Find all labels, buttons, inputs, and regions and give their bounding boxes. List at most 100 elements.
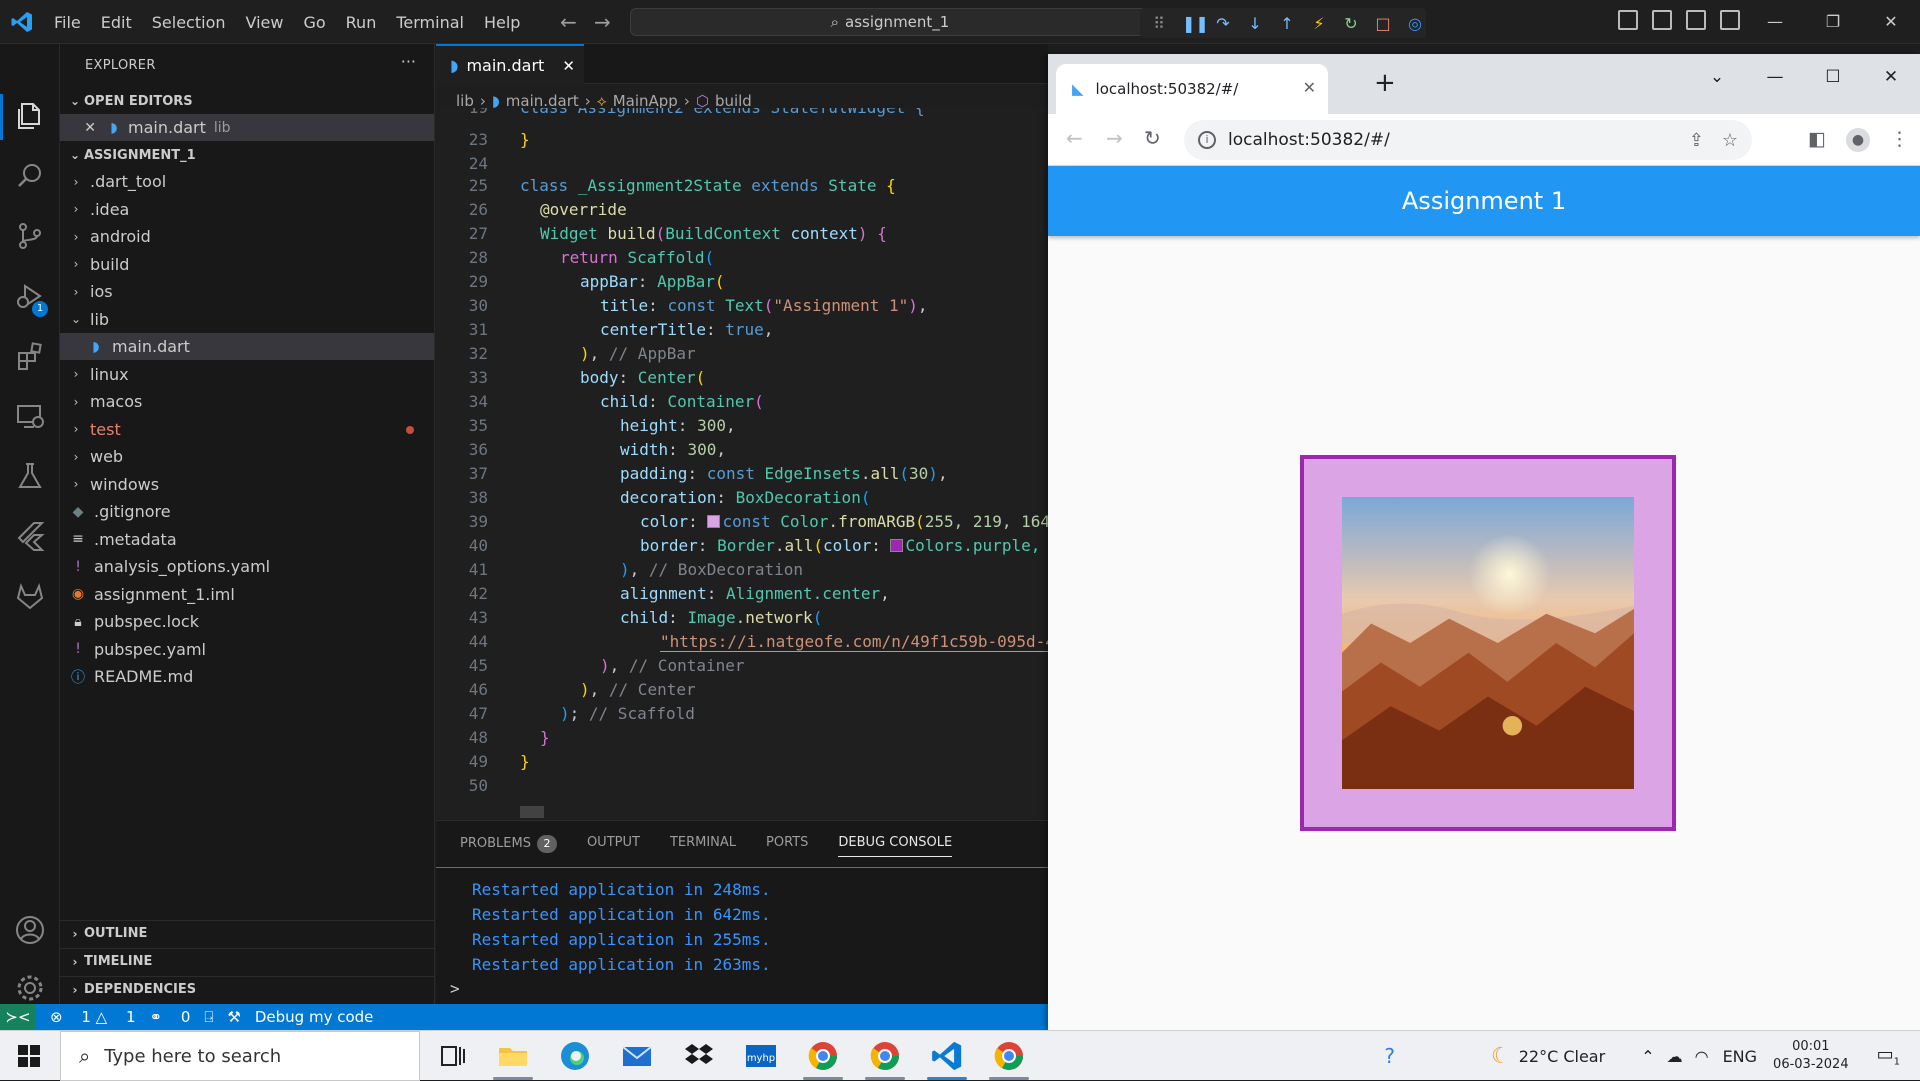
hot-reload-icon[interactable]: ⚡ (1310, 14, 1328, 33)
tab-terminal[interactable]: TERMINAL (670, 835, 736, 857)
profile-avatar-icon[interactable]: ● (1846, 128, 1870, 152)
weather-text[interactable]: 22°C Clear (1519, 1047, 1605, 1066)
menu-run[interactable]: Run (336, 13, 387, 32)
onedrive-cloud-icon[interactable]: ☁ (1667, 1047, 1683, 1066)
maximize-icon[interactable]: ☐ (1804, 54, 1862, 100)
flutter-icon[interactable] (14, 520, 46, 552)
debug-status-icon[interactable]: ⍈ (204, 1008, 213, 1026)
chrome-profile-icon[interactable] (806, 1039, 840, 1073)
windows-start-icon[interactable] (18, 1045, 40, 1067)
toggle-panel-icon[interactable] (1652, 10, 1672, 30)
forward-arrow-icon[interactable]: → (1106, 126, 1123, 150)
side-panel-icon[interactable]: ◧ (1808, 128, 1826, 150)
tab-output[interactable]: OUTPUT (587, 835, 640, 857)
gitlab-icon[interactable] (14, 580, 46, 612)
edge-browser-icon[interactable] (558, 1039, 592, 1073)
tree-item[interactable]: › test (60, 416, 434, 443)
outline-header[interactable]: › OUTLINE (60, 920, 435, 946)
address-bar[interactable]: i localhost:50382/#/ ⇪ ☆ (1184, 120, 1752, 160)
dropbox-icon[interactable] (682, 1039, 716, 1073)
close-icon[interactable]: ✕ (60, 120, 96, 136)
search-icon[interactable] (14, 160, 46, 192)
menu-terminal[interactable]: Terminal (386, 13, 474, 32)
command-center[interactable]: ⌕ assignment_1 (630, 8, 1150, 36)
tab-problems[interactable]: PROBLEMS 2 (460, 835, 557, 857)
close-icon[interactable]: ✕ (1862, 0, 1920, 44)
console-input-prompt[interactable]: > (450, 979, 460, 998)
help-icon[interactable]: ? (1384, 1044, 1395, 1068)
forward-arrow-icon[interactable]: → (594, 10, 611, 34)
file-explorer-icon[interactable] (496, 1039, 530, 1073)
toggle-secondary-sidebar-icon[interactable] (1686, 10, 1706, 30)
step-out-icon[interactable]: ↑ (1278, 14, 1296, 33)
site-info-icon[interactable]: i (1198, 131, 1216, 149)
customize-layout-icon[interactable] (1720, 10, 1740, 30)
timeline-header[interactable]: › TIMELINE (60, 948, 435, 974)
devtools-icon[interactable]: ◎ (1406, 14, 1424, 33)
notifications-icon[interactable]: ▭1 (1877, 1044, 1900, 1068)
reload-icon[interactable]: ↻ (1144, 126, 1161, 150)
tree-item[interactable]: 🔒︎ pubspec.lock (60, 608, 434, 635)
remote-explorer-icon[interactable] (14, 400, 46, 432)
tree-item[interactable]: ⌄ lib (60, 306, 434, 333)
tree-item[interactable]: › .idea (60, 196, 434, 223)
clock[interactable]: 00:01 06-03-2024 (1773, 1038, 1849, 1074)
back-arrow-icon[interactable]: ← (560, 10, 577, 34)
chrome-icon[interactable] (868, 1039, 902, 1073)
tree-item[interactable]: ! pubspec.yaml (60, 636, 434, 663)
tree-item[interactable]: › android (60, 223, 434, 250)
new-tab-icon[interactable]: + (1374, 68, 1396, 98)
stop-icon[interactable]: □ (1374, 14, 1392, 33)
mail-icon[interactable] (620, 1039, 654, 1073)
tree-item[interactable]: ◉ assignment_1.iml (60, 581, 434, 608)
share-icon[interactable]: ⇪ (1689, 130, 1704, 151)
wifi-icon[interactable]: ◠ (1695, 1047, 1709, 1066)
back-arrow-icon[interactable]: ← (1066, 126, 1083, 150)
tree-item[interactable]: ◗ main.dart (60, 333, 434, 360)
menu-edit[interactable]: Edit (91, 13, 142, 32)
toggle-sidebar-icon[interactable] (1618, 10, 1638, 30)
bookmark-star-icon[interactable]: ☆ (1722, 130, 1738, 151)
tree-item[interactable]: › web (60, 443, 434, 470)
tab-search-icon[interactable]: ⌄ (1688, 54, 1746, 100)
taskbar-search[interactable]: ⌕ Type here to search (60, 1031, 420, 1081)
extensions-icon[interactable] (14, 340, 46, 372)
tree-item[interactable]: › macos (60, 388, 434, 415)
tree-item[interactable]: ≡ .metadata (60, 526, 434, 553)
weather-moon-icon[interactable]: ☾ (1491, 1044, 1511, 1069)
drag-handle-icon[interactable]: ⠿ (1150, 14, 1168, 33)
menu-file[interactable]: File (44, 13, 91, 32)
restore-icon[interactable]: ❐ (1804, 0, 1862, 44)
menu-selection[interactable]: Selection (142, 13, 236, 32)
tab-ports[interactable]: PORTS (766, 835, 808, 857)
open-editors-header[interactable]: ⌄ OPEN EDITORS (60, 88, 435, 114)
browser-tab[interactable]: ◣ localhost:50382/#/ ✕ (1056, 64, 1328, 114)
settings-gear-icon[interactable] (14, 972, 46, 1004)
tab-main-dart[interactable]: ◗ main.dart ✕ (436, 44, 584, 85)
explorer-icon[interactable] (14, 100, 46, 132)
dependencies-header[interactable]: › DEPENDENCIES (60, 976, 435, 1002)
tree-item[interactable]: › build (60, 251, 434, 278)
close-tab-icon[interactable]: ✕ (1303, 78, 1316, 97)
task-view-icon[interactable] (436, 1039, 470, 1073)
tree-item[interactable]: › linux (60, 361, 434, 388)
horizontal-scrollbar[interactable] (520, 806, 544, 818)
open-editor-item[interactable]: ✕ ◗ main.dart lib (60, 114, 434, 141)
tree-item[interactable]: ◆ .gitignore (60, 498, 434, 525)
menu-help[interactable]: Help (474, 13, 530, 32)
problems-status[interactable]: ⊗ 1 △ 1 (50, 1008, 136, 1026)
chevron-up-icon[interactable]: ⌃ (1641, 1047, 1654, 1066)
language-indicator[interactable]: ENG (1723, 1047, 1757, 1066)
tree-item[interactable]: › windows (60, 471, 434, 498)
accounts-icon[interactable] (14, 914, 46, 946)
step-into-icon[interactable]: ↓ (1246, 14, 1264, 33)
project-header[interactable]: ⌄ ASSIGNMENT_1 (60, 142, 435, 168)
vscode-taskbar-icon[interactable] (930, 1039, 964, 1073)
tree-item[interactable]: ⓘ README.md (60, 663, 434, 690)
minimize-icon[interactable]: — (1746, 0, 1804, 44)
tree-item[interactable]: ! analysis_options.yaml (60, 553, 434, 580)
pause-icon[interactable]: ❚❚ (1182, 14, 1209, 33)
kebab-menu-icon[interactable]: ⋮ (1890, 128, 1909, 150)
step-over-icon[interactable]: ↷ (1214, 14, 1232, 33)
tab-debug-console[interactable]: DEBUG CONSOLE (838, 835, 953, 857)
